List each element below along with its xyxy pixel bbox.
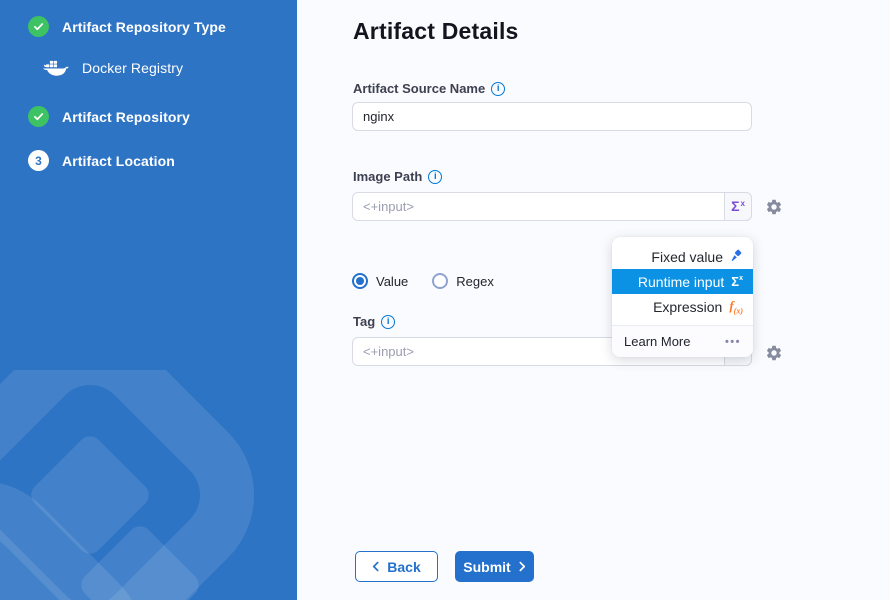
step-label: Docker Registry (82, 60, 183, 76)
back-button[interactable]: Back (355, 551, 438, 582)
menu-item-expression[interactable]: Expression f(x) (612, 294, 753, 319)
field-label-text: Artifact Source Name (353, 81, 485, 96)
learn-more-label: Learn More (624, 334, 690, 349)
submit-button[interactable]: Submit (455, 551, 534, 582)
step-label: Artifact Repository (62, 109, 190, 125)
artifact-source-name-label: Artifact Source Name i (353, 81, 505, 96)
info-icon[interactable]: i (428, 170, 442, 184)
page-title: Artifact Details (353, 18, 519, 45)
expression-fx-icon: f(x) (729, 298, 743, 316)
ellipsis-icon[interactable]: ••• (725, 336, 741, 348)
docker-icon (42, 58, 69, 78)
step-complete-icon (28, 16, 49, 37)
image-path-field: Σx (352, 192, 752, 221)
chevron-right-icon (519, 559, 526, 575)
field-label-text: Image Path (353, 169, 422, 184)
image-path-label: Image Path i (353, 169, 442, 184)
tag-match-radio-group: Value Regex (352, 273, 494, 289)
sidebar-step-artifact-repository-type[interactable]: Artifact Repository Type (28, 16, 226, 37)
info-icon[interactable]: i (381, 315, 395, 329)
menu-item-label: Expression (653, 299, 722, 315)
radio-label: Regex (456, 274, 494, 289)
step-label: Artifact Location (62, 153, 175, 169)
artifact-source-name-input[interactable] (352, 102, 752, 131)
radio-unselected-icon (432, 273, 448, 289)
step-number-badge: 3 (28, 150, 49, 171)
settings-gear-icon[interactable] (765, 198, 783, 216)
menu-item-label: Fixed value (651, 249, 723, 265)
menu-item-label: Runtime input (638, 274, 724, 290)
radio-regex[interactable]: Regex (432, 273, 494, 289)
chevron-left-icon (372, 559, 379, 575)
back-button-label: Back (387, 559, 420, 575)
info-icon[interactable]: i (491, 82, 505, 96)
artifact-details-panel: Artifact Details Artifact Source Name i … (297, 0, 890, 600)
runtime-input-type-button[interactable]: Σx (724, 192, 752, 221)
step-label: Artifact Repository Type (62, 19, 226, 35)
settings-gear-icon[interactable] (765, 344, 783, 362)
menu-learn-more[interactable]: Learn More ••• (612, 325, 753, 357)
wizard-sidebar: Artifact Repository Type Docker Registry… (0, 0, 297, 600)
sigma-icon: Σ (731, 198, 739, 214)
sigma-sup: x (740, 199, 744, 208)
radio-selected-icon (352, 273, 368, 289)
value-type-menu: Fixed value Runtime input Σx Expression … (612, 237, 753, 357)
harness-logo-watermark (0, 370, 297, 600)
image-path-input[interactable] (352, 192, 752, 221)
sigma-icon: Σx (731, 274, 743, 289)
sidebar-step-docker-registry[interactable]: Docker Registry (42, 58, 183, 78)
pin-icon (730, 249, 743, 265)
step-complete-icon (28, 106, 49, 127)
radio-label: Value (376, 274, 408, 289)
radio-value[interactable]: Value (352, 273, 408, 289)
sidebar-step-artifact-location[interactable]: 3 Artifact Location (28, 150, 175, 171)
menu-item-runtime-input[interactable]: Runtime input Σx (612, 269, 753, 294)
sidebar-step-artifact-repository[interactable]: Artifact Repository (28, 106, 190, 127)
submit-button-label: Submit (463, 559, 510, 575)
menu-item-fixed-value[interactable]: Fixed value (612, 244, 753, 269)
field-label-text: Tag (353, 314, 375, 329)
tag-label: Tag i (353, 314, 395, 329)
